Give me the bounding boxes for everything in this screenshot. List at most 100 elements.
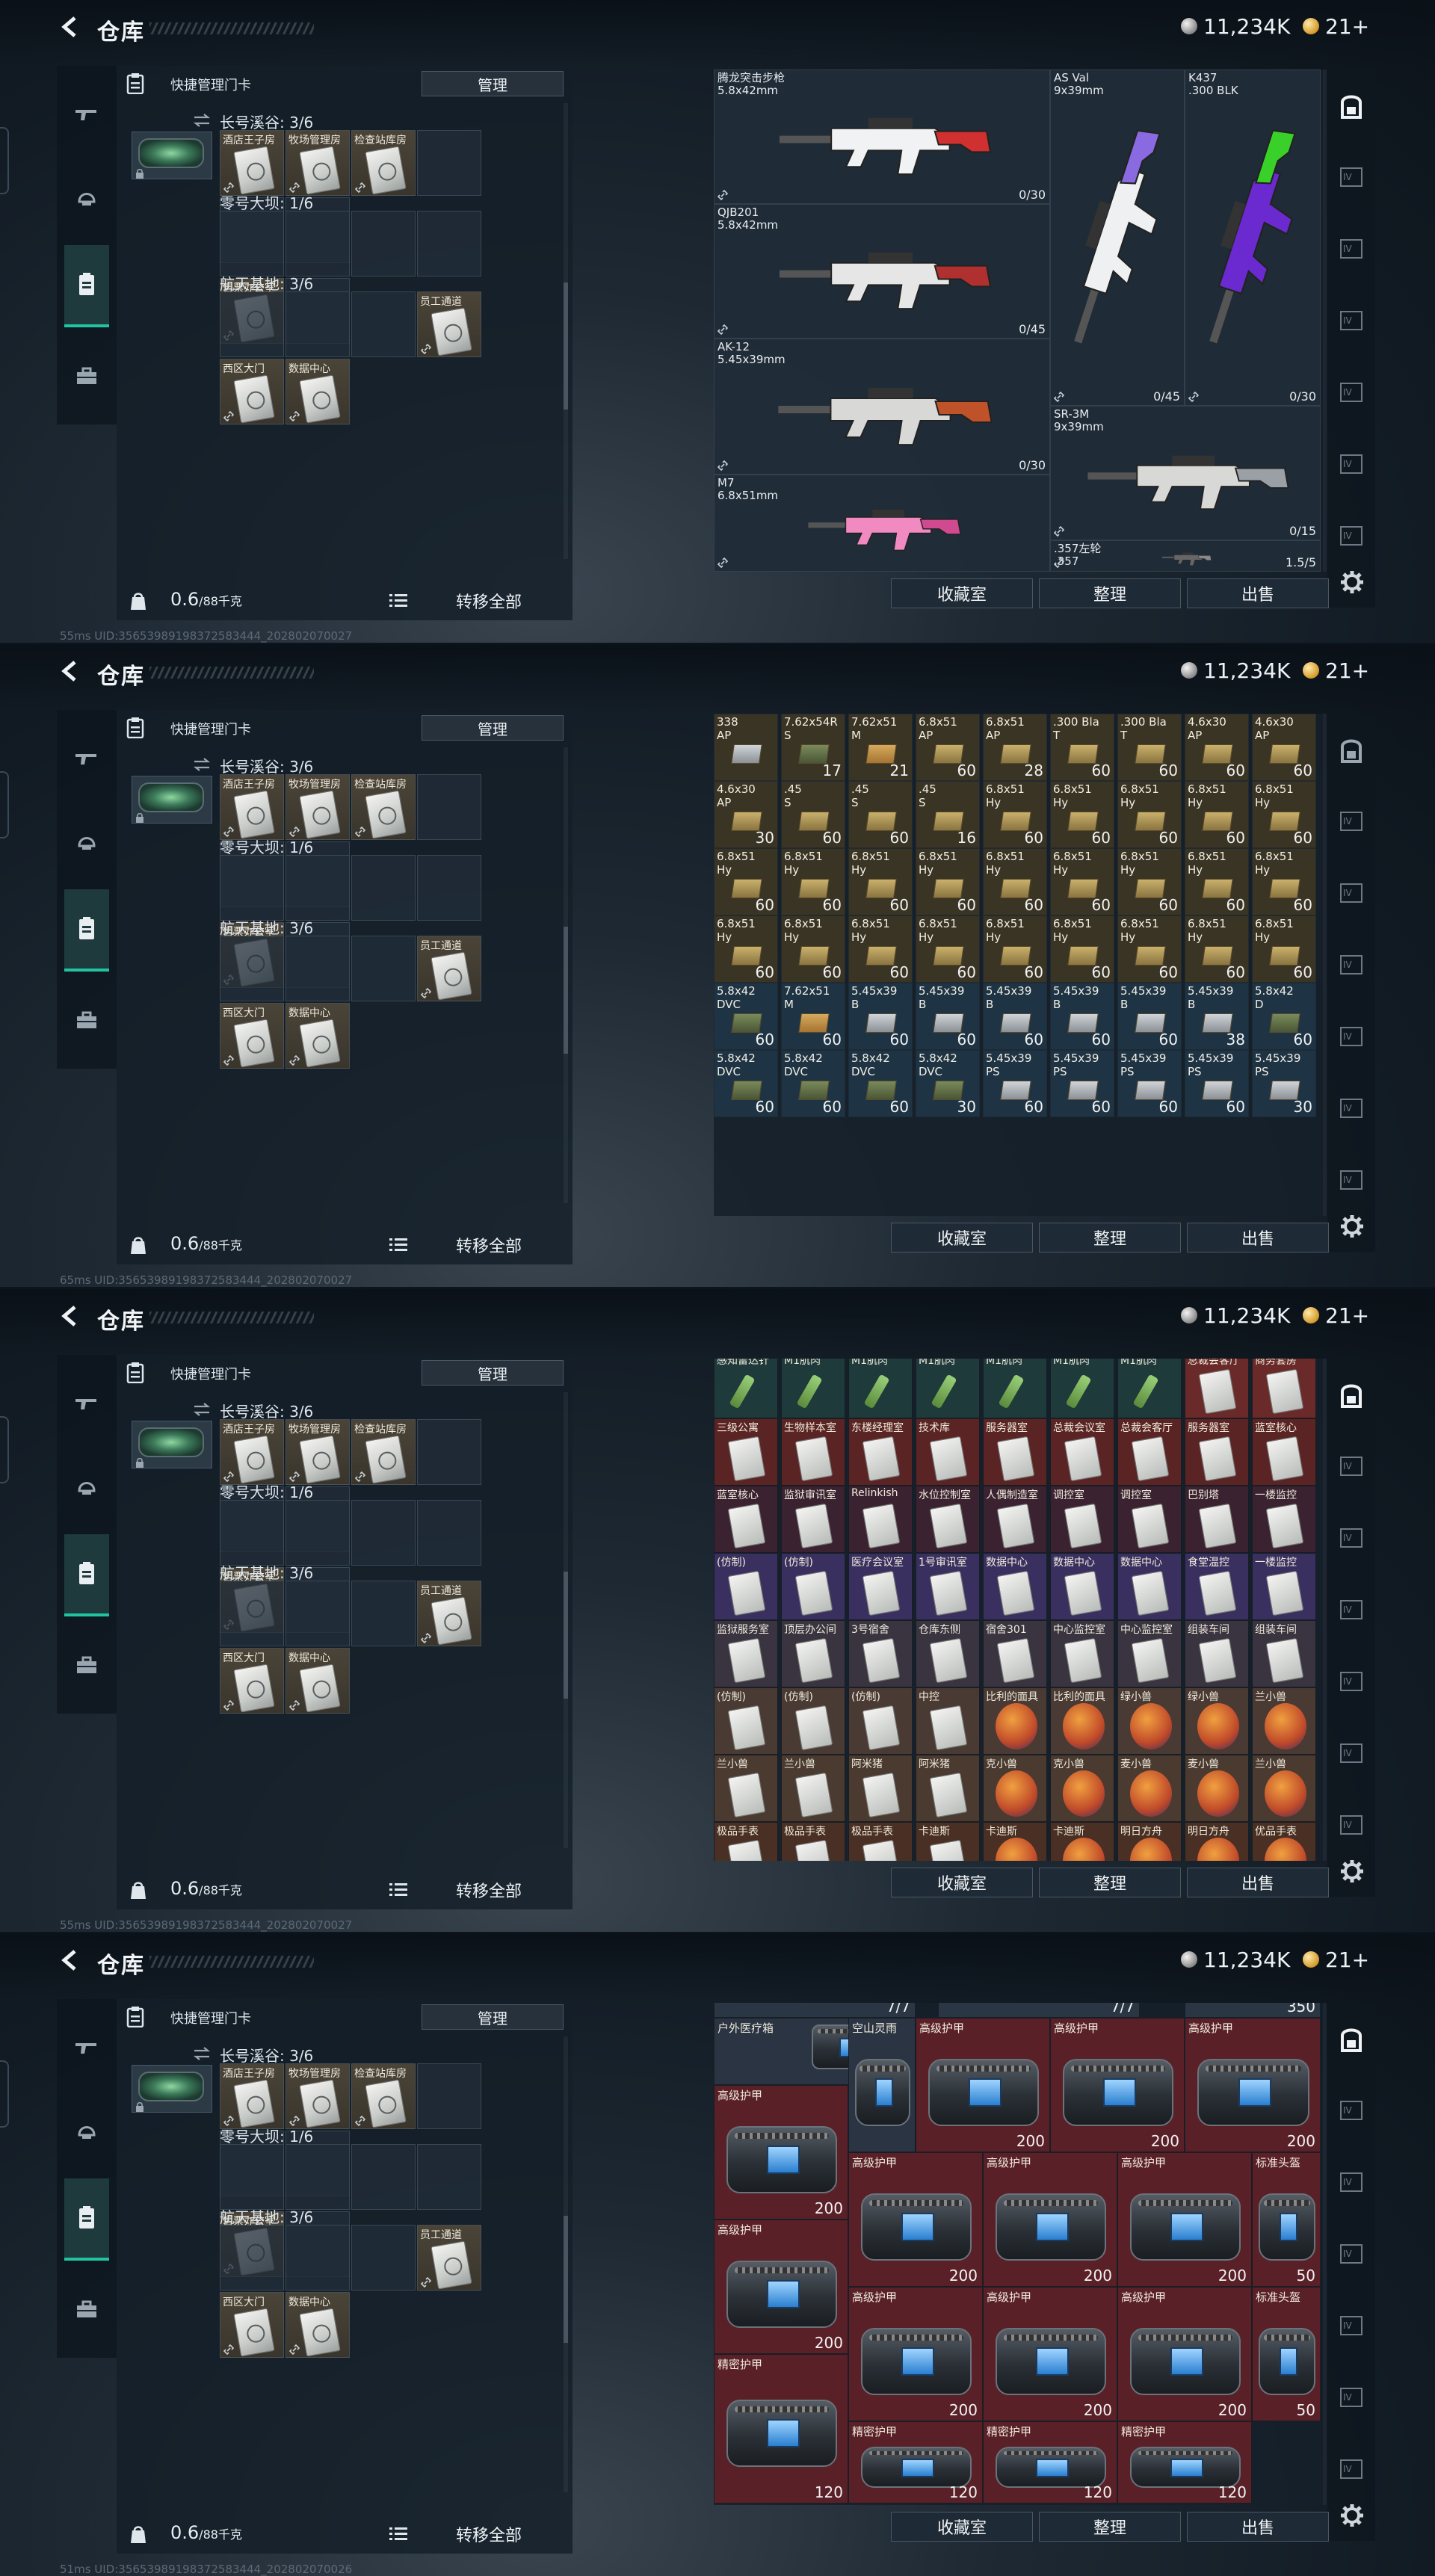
panel-scrollbar[interactable] xyxy=(564,747,568,1203)
storage-tab[interactable]: IV xyxy=(1336,1022,1366,1051)
move-all-button[interactable]: 转移全部 xyxy=(456,2522,522,2546)
armor-cell[interactable]: 高级护甲 200 xyxy=(983,2287,1117,2421)
tab-keycards[interactable] xyxy=(64,245,109,327)
keycard-slot[interactable]: 西区大门 xyxy=(220,1648,284,1714)
manage-button[interactable]: 管理 xyxy=(422,2004,564,2030)
keycard-slot[interactable]: 西区大门 xyxy=(220,2292,284,2358)
ammo-cell[interactable]: 6.8x51 Hy 60 xyxy=(781,915,845,983)
item-cell[interactable]: 克小兽 xyxy=(983,1755,1047,1822)
list-icon[interactable] xyxy=(389,1237,407,1253)
item-cell[interactable]: 比利的面具 xyxy=(1050,1687,1114,1755)
keycard-slot[interactable] xyxy=(286,1500,350,1566)
item-cell[interactable]: 优品手表 xyxy=(1252,1822,1316,1861)
keycard-slot[interactable] xyxy=(351,855,416,921)
item-cell[interactable]: 兰小兽 xyxy=(714,1755,778,1822)
ammo-cell[interactable]: .300 Bla T 60 xyxy=(1117,714,1182,781)
weapon-cell[interactable]: AK-12 5.45x39mm 0/30 xyxy=(714,339,1050,475)
item-cell[interactable]: 总裁会客厅 xyxy=(1185,1359,1249,1418)
keycard-slot[interactable] xyxy=(351,2144,416,2210)
storage-tab[interactable]: IV xyxy=(1336,1810,1366,1840)
tab-keycards[interactable] xyxy=(64,1534,109,1616)
keycard-slot[interactable]: 检查站库房 xyxy=(351,1419,416,1485)
gear-icon[interactable] xyxy=(1339,2503,1365,2528)
item-cell[interactable]: 调控室 xyxy=(1117,1486,1182,1553)
armor-cell[interactable]: 高级护甲 200 xyxy=(983,2152,1117,2287)
storage-tab[interactable]: IV xyxy=(1336,2454,1366,2484)
ammo-cell[interactable]: 5.8x42 DVC 60 xyxy=(781,1050,845,1117)
ammo-cell[interactable]: .300 Bla T 60 xyxy=(1050,714,1114,781)
item-cell[interactable]: 克小兽 xyxy=(1050,1755,1114,1822)
armor-cell[interactable]: 高级护甲 200 xyxy=(1050,2018,1185,2152)
ammo-cell[interactable]: 6.8x51 Hy 60 xyxy=(1252,781,1316,848)
keycard-slot[interactable]: 检查站库房 xyxy=(351,774,416,840)
manage-button[interactable]: 管理 xyxy=(422,715,564,741)
item-cell[interactable]: 数据中心 xyxy=(983,1553,1047,1620)
gear-icon[interactable] xyxy=(1339,1214,1365,1239)
armor-cell[interactable]: 7/7 xyxy=(714,2003,916,2018)
ammo-cell[interactable]: 5.8x42 DVC 60 xyxy=(848,1050,913,1117)
list-icon[interactable] xyxy=(389,593,407,609)
keycard-slot[interactable]: 数据中心 xyxy=(286,2292,350,2358)
panel-scrollbar[interactable] xyxy=(564,103,568,559)
ammo-cell[interactable]: 6.8x51 Hy 60 xyxy=(714,848,778,915)
item-cell[interactable]: (仿制) xyxy=(714,1553,778,1620)
edge-handle[interactable] xyxy=(0,1416,9,1483)
storage-tab[interactable] xyxy=(1336,1380,1366,1409)
keycard-slot[interactable] xyxy=(351,291,416,357)
keycard-slot[interactable] xyxy=(286,291,350,357)
ammo-cell[interactable]: 5.45x39 B 60 xyxy=(916,983,980,1050)
tab-weapons[interactable] xyxy=(64,2007,109,2089)
armor-cell[interactable]: 高级护甲 200 xyxy=(916,2018,1050,2152)
weapon-cell[interactable]: M7 6.8x51mm xyxy=(714,475,1050,572)
item-cell[interactable]: 中控 xyxy=(916,1687,980,1755)
ammo-cell[interactable]: .45 S 60 xyxy=(848,781,913,848)
inventory-scrollbar[interactable] xyxy=(1323,2003,1327,2505)
tab-weapons[interactable] xyxy=(64,717,109,800)
keycard-slot[interactable] xyxy=(417,211,481,277)
move-all-button[interactable]: 转移全部 xyxy=(456,589,522,613)
item-cell[interactable]: M1肌肉 xyxy=(983,1359,1047,1418)
item-cell[interactable]: 调控室 xyxy=(1050,1486,1114,1553)
ammo-cell[interactable]: 5.45x39 PS 30 xyxy=(1252,1050,1316,1117)
storage-tab[interactable]: IV xyxy=(1336,1595,1366,1625)
keycard-slot[interactable] xyxy=(351,1500,416,1566)
item-cell[interactable]: 比利的面具 xyxy=(983,1687,1047,1755)
ammo-cell[interactable]: 6.8x51 Hy 60 xyxy=(1117,781,1182,848)
ammo-cell[interactable]: 6.8x51 AP 28 xyxy=(983,714,1047,781)
armor-cell[interactable]: 高级护甲 200 xyxy=(848,2287,983,2421)
keycard-slot[interactable]: 酒店王子房 xyxy=(220,2063,284,2129)
keycard-slot[interactable] xyxy=(220,291,284,357)
tab-toolbox[interactable] xyxy=(64,2268,109,2350)
armor-cell[interactable]: 精密护甲 120 xyxy=(714,2354,848,2504)
item-cell[interactable]: 东楼经理室 xyxy=(848,1418,913,1486)
item-cell[interactable]: 极品手表 xyxy=(781,1822,845,1861)
keycard-slot[interactable]: 数据中心 xyxy=(286,1003,350,1069)
gear-icon[interactable] xyxy=(1339,569,1365,595)
edge-handle[interactable] xyxy=(0,2060,9,2128)
ammo-cell[interactable]: 5.45x39 PS 60 xyxy=(1050,1050,1114,1117)
item-cell[interactable]: M1肌肉 xyxy=(1050,1359,1114,1418)
sort-button[interactable]: 整理 xyxy=(1039,578,1181,608)
storage-tab[interactable]: IV xyxy=(1336,1165,1366,1195)
sell-button[interactable]: 出售 xyxy=(1187,578,1329,608)
list-icon[interactable] xyxy=(389,2526,407,2542)
weapon-cell[interactable]: SR-3M 9x39mm 0/15 xyxy=(1050,406,1321,540)
ammo-cell[interactable]: 7.62x54R S 17 xyxy=(781,714,845,781)
keycard-slot[interactable] xyxy=(417,855,481,921)
collection-button[interactable]: 收藏室 xyxy=(891,1868,1033,1897)
item-cell[interactable]: 兰小兽 xyxy=(1252,1755,1316,1822)
storage-tab[interactable] xyxy=(1336,90,1366,120)
item-cell[interactable]: 巴别塔 xyxy=(1185,1486,1249,1553)
storage-tab[interactable]: IV xyxy=(1336,878,1366,908)
armor-cell[interactable]: 7/7 xyxy=(938,2003,1140,2018)
ammo-cell[interactable]: 6.8x51 Hy 60 xyxy=(1050,781,1114,848)
item-cell[interactable]: 人偶制造室 xyxy=(983,1486,1047,1553)
item-cell[interactable]: M1肌肉 xyxy=(848,1359,913,1418)
keycard-slot[interactable] xyxy=(220,936,284,1001)
item-cell[interactable]: 仓库东侧 xyxy=(916,1620,980,1687)
keycard-slot[interactable] xyxy=(286,211,350,277)
item-cell[interactable]: 蓝室核心 xyxy=(1252,1418,1316,1486)
item-cell[interactable]: 兰小兽 xyxy=(781,1755,845,1822)
keycard-slot[interactable] xyxy=(220,2144,284,2210)
keycard-slot[interactable]: 检查站库房 xyxy=(351,130,416,196)
